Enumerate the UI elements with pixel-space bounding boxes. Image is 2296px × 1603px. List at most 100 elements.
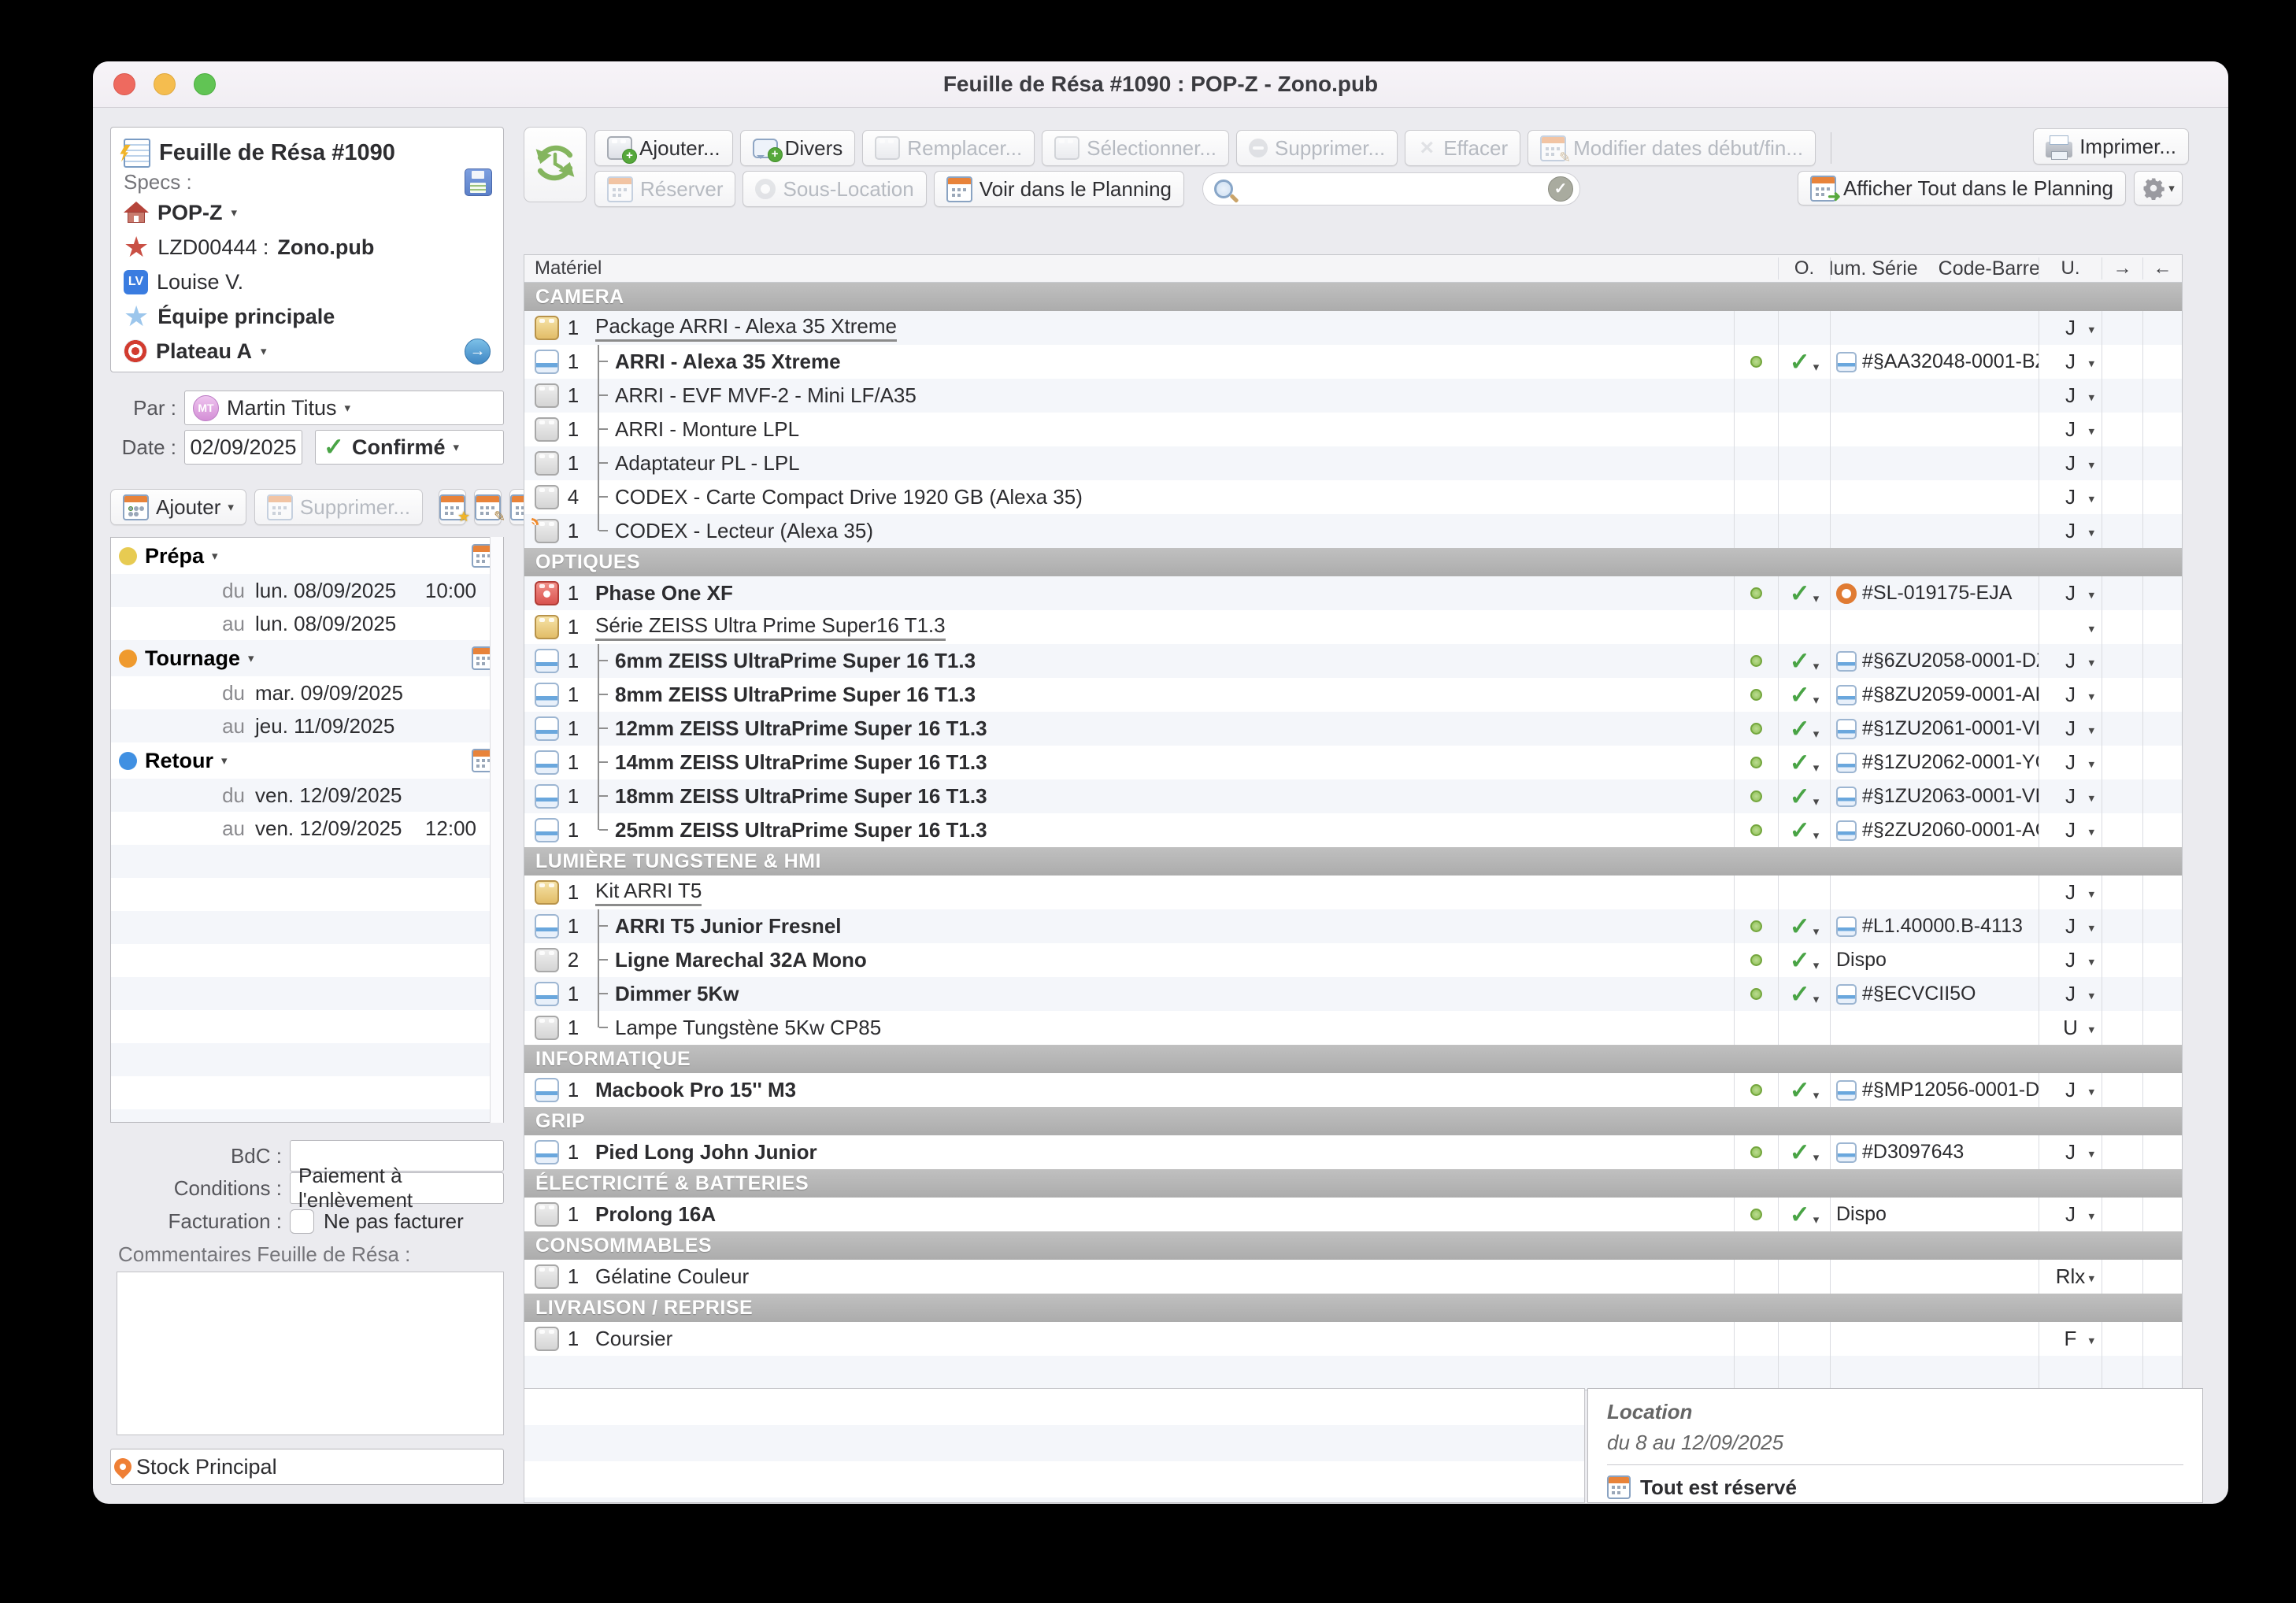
serial-cell[interactable]: #§2ZU2060-0001-AGH [1830,813,2039,847]
phase-add-button[interactable]: Ajouter ▾ [110,489,246,525]
unit-cell[interactable]: J ▾ [2039,779,2102,813]
arrow-left-cell[interactable] [2142,1135,2182,1169]
arrow-right-cell[interactable] [2102,576,2142,610]
table-row[interactable]: 1 18mm ZEISS UltraPrime Super 16 T1.3 ✓ … [524,779,2182,813]
arrow-right-cell[interactable] [2102,379,2142,413]
status-cell[interactable]: ✓ ▾ [1778,977,1830,1011]
phase-header-row[interactable]: Prépa ▾ [111,538,503,574]
status-cell[interactable]: ✓ ▾ [1778,813,1830,847]
table-row[interactable]: 1 8mm ZEISS UltraPrime Super 16 T1.3 ✓ ▾… [524,678,2182,712]
unit-cell[interactable]: J ▾ [2039,712,2102,746]
arrow-left-cell[interactable] [2142,345,2182,379]
arrow-right-cell[interactable] [2102,876,2142,909]
unit-cell[interactable]: J ▾ [2039,644,2102,678]
print-button[interactable]: Imprimer... [2033,128,2189,165]
unit-cell[interactable]: J ▾ [2039,345,2102,379]
phases-scrollbar[interactable] [490,537,503,1123]
table-row[interactable]: 2 Ligne Marechal 32A Mono ✓ ▾ Dispo J ▾ [524,943,2182,977]
serial-cell[interactable]: #§1ZU2062-0001-YGJ [1830,746,2039,779]
table-row[interactable]: 4 CODEX - Carte Compact Drive 1920 GB (A… [524,480,2182,514]
arrow-left-cell[interactable] [2142,977,2182,1011]
serial-cell[interactable]: #§MP12056-0001-DRD [1830,1073,2039,1107]
phase-header-row[interactable]: Retour ▾ [111,742,503,779]
table-row[interactable]: 1 ARRI - Monture LPL J ▾ [524,413,2182,446]
arrow-right-cell[interactable] [2102,1135,2142,1169]
reserve-button[interactable]: Réserver [594,171,735,207]
arrow-right-cell[interactable] [2102,311,2142,345]
arrow-left-cell[interactable] [2142,1073,2182,1107]
arrow-right-cell[interactable] [2102,943,2142,977]
serial-cell[interactable] [1830,1322,2039,1356]
unit-cell[interactable]: J ▾ [2039,909,2102,943]
table-row[interactable]: 1 Adaptateur PL - LPL J ▾ [524,446,2182,480]
team-row[interactable]: ★ Équipe principale [124,299,491,334]
arrow-right-cell[interactable] [2102,1011,2142,1045]
arrow-left-cell[interactable] [2142,746,2182,779]
arrow-left-cell[interactable] [2142,610,2182,644]
status-cell[interactable] [1778,876,1830,909]
arrow-left-cell[interactable] [2142,1322,2182,1356]
refresh-button[interactable] [524,127,587,202]
phase-calendar-edit-button[interactable]: ✎ [474,489,502,525]
arrow-right-cell[interactable] [2102,1260,2142,1294]
phase-end-row[interactable]: au lun. 08/09/2025 [111,607,503,640]
serial-cell[interactable] [1830,514,2039,548]
arrow-right-cell[interactable] [2102,712,2142,746]
save-icon[interactable] [465,168,492,196]
search-field[interactable]: ✓ [1202,172,1580,205]
unit-cell[interactable]: J ▾ [2039,480,2102,514]
arrow-left-cell[interactable] [2142,876,2182,909]
serial-cell[interactable] [1830,413,2039,446]
comments-textarea[interactable] [117,1272,504,1435]
arrow-left-cell[interactable] [2142,943,2182,977]
unit-cell[interactable]: J ▾ [2039,1135,2102,1169]
arrow-left-cell[interactable] [2142,1011,2182,1045]
arrow-left-cell[interactable] [2142,1198,2182,1231]
created-by-select[interactable]: MT Martin Titus ▾ [184,391,504,425]
header-unit[interactable]: U. [2039,257,2102,280]
arrow-right-cell[interactable] [2102,1322,2142,1356]
replace-button[interactable]: Remplacer... [862,130,1035,166]
status-cell[interactable]: ✓ ▾ [1778,644,1830,678]
date-field[interactable]: 02/09/2025 [184,430,302,465]
search-confirm-icon[interactable]: ✓ [1548,176,1573,202]
table-row[interactable]: 1 ARRI T5 Junior Fresnel ✓ ▾ #L1.40000.B… [524,909,2182,943]
show-all-planning-button[interactable]: ➜ Afficher Tout dans le Planning [1798,171,2126,205]
arrow-left-cell[interactable] [2142,576,2182,610]
status-cell[interactable]: ✓ ▾ [1778,909,1830,943]
table-row[interactable]: 1 Dimmer 5Kw ✓ ▾ #§ECVCII5O J ▾ [524,977,2182,1011]
serial-cell[interactable]: #§AA32048-0001-BZW [1830,345,2039,379]
serial-cell[interactable] [1830,876,2039,909]
serial-cell[interactable]: #§ECVCII5O [1830,977,2039,1011]
status-cell[interactable]: ✓ ▾ [1778,576,1830,610]
serial-cell[interactable] [1830,446,2039,480]
unit-cell[interactable]: J ▾ [2039,1073,2102,1107]
arrow-right-cell[interactable] [2102,610,2142,644]
phase-end-row[interactable]: au ven. 12/09/2025 12:00 [111,812,503,845]
arrow-right-cell[interactable] [2102,813,2142,847]
unit-cell[interactable]: J ▾ [2039,311,2102,345]
serial-cell[interactable]: #L1.40000.B-4113 [1830,909,2039,943]
status-cell[interactable]: ✓ ▾ [1778,345,1830,379]
unit-cell[interactable]: J ▾ [2039,413,2102,446]
arrow-right-cell[interactable] [2102,514,2142,548]
arrow-left-cell[interactable] [2142,712,2182,746]
serial-cell[interactable] [1830,311,2039,345]
serial-cell[interactable]: #SL-019175-EJA [1830,576,2039,610]
arrow-left-cell[interactable] [2142,644,2182,678]
phase-start-row[interactable]: du mar. 09/09/2025 [111,676,503,709]
table-row[interactable]: 1 CODEX - Lecteur (Alexa 35) J ▾ [524,514,2182,548]
status-cell[interactable]: ✓ ▾ [1778,746,1830,779]
serial-cell[interactable]: Dispo [1830,943,2039,977]
unit-cell[interactable]: J ▾ [2039,876,2102,909]
header-status[interactable]: O. [1778,257,1830,280]
header-arrow-left[interactable]: ← [2142,257,2182,280]
table-row[interactable]: 1 12mm ZEISS UltraPrime Super 16 T1.3 ✓ … [524,712,2182,746]
serial-cell[interactable] [1830,1260,2039,1294]
location-row[interactable]: Plateau A ▾ → [124,334,491,368]
arrow-right-cell[interactable] [2102,977,2142,1011]
arrow-right-cell[interactable] [2102,413,2142,446]
status-cell[interactable] [1778,480,1830,514]
table-row[interactable]: 1 ARRI - Alexa 35 Xtreme ✓ ▾ #§AA32048-0… [524,345,2182,379]
status-cell[interactable] [1778,379,1830,413]
